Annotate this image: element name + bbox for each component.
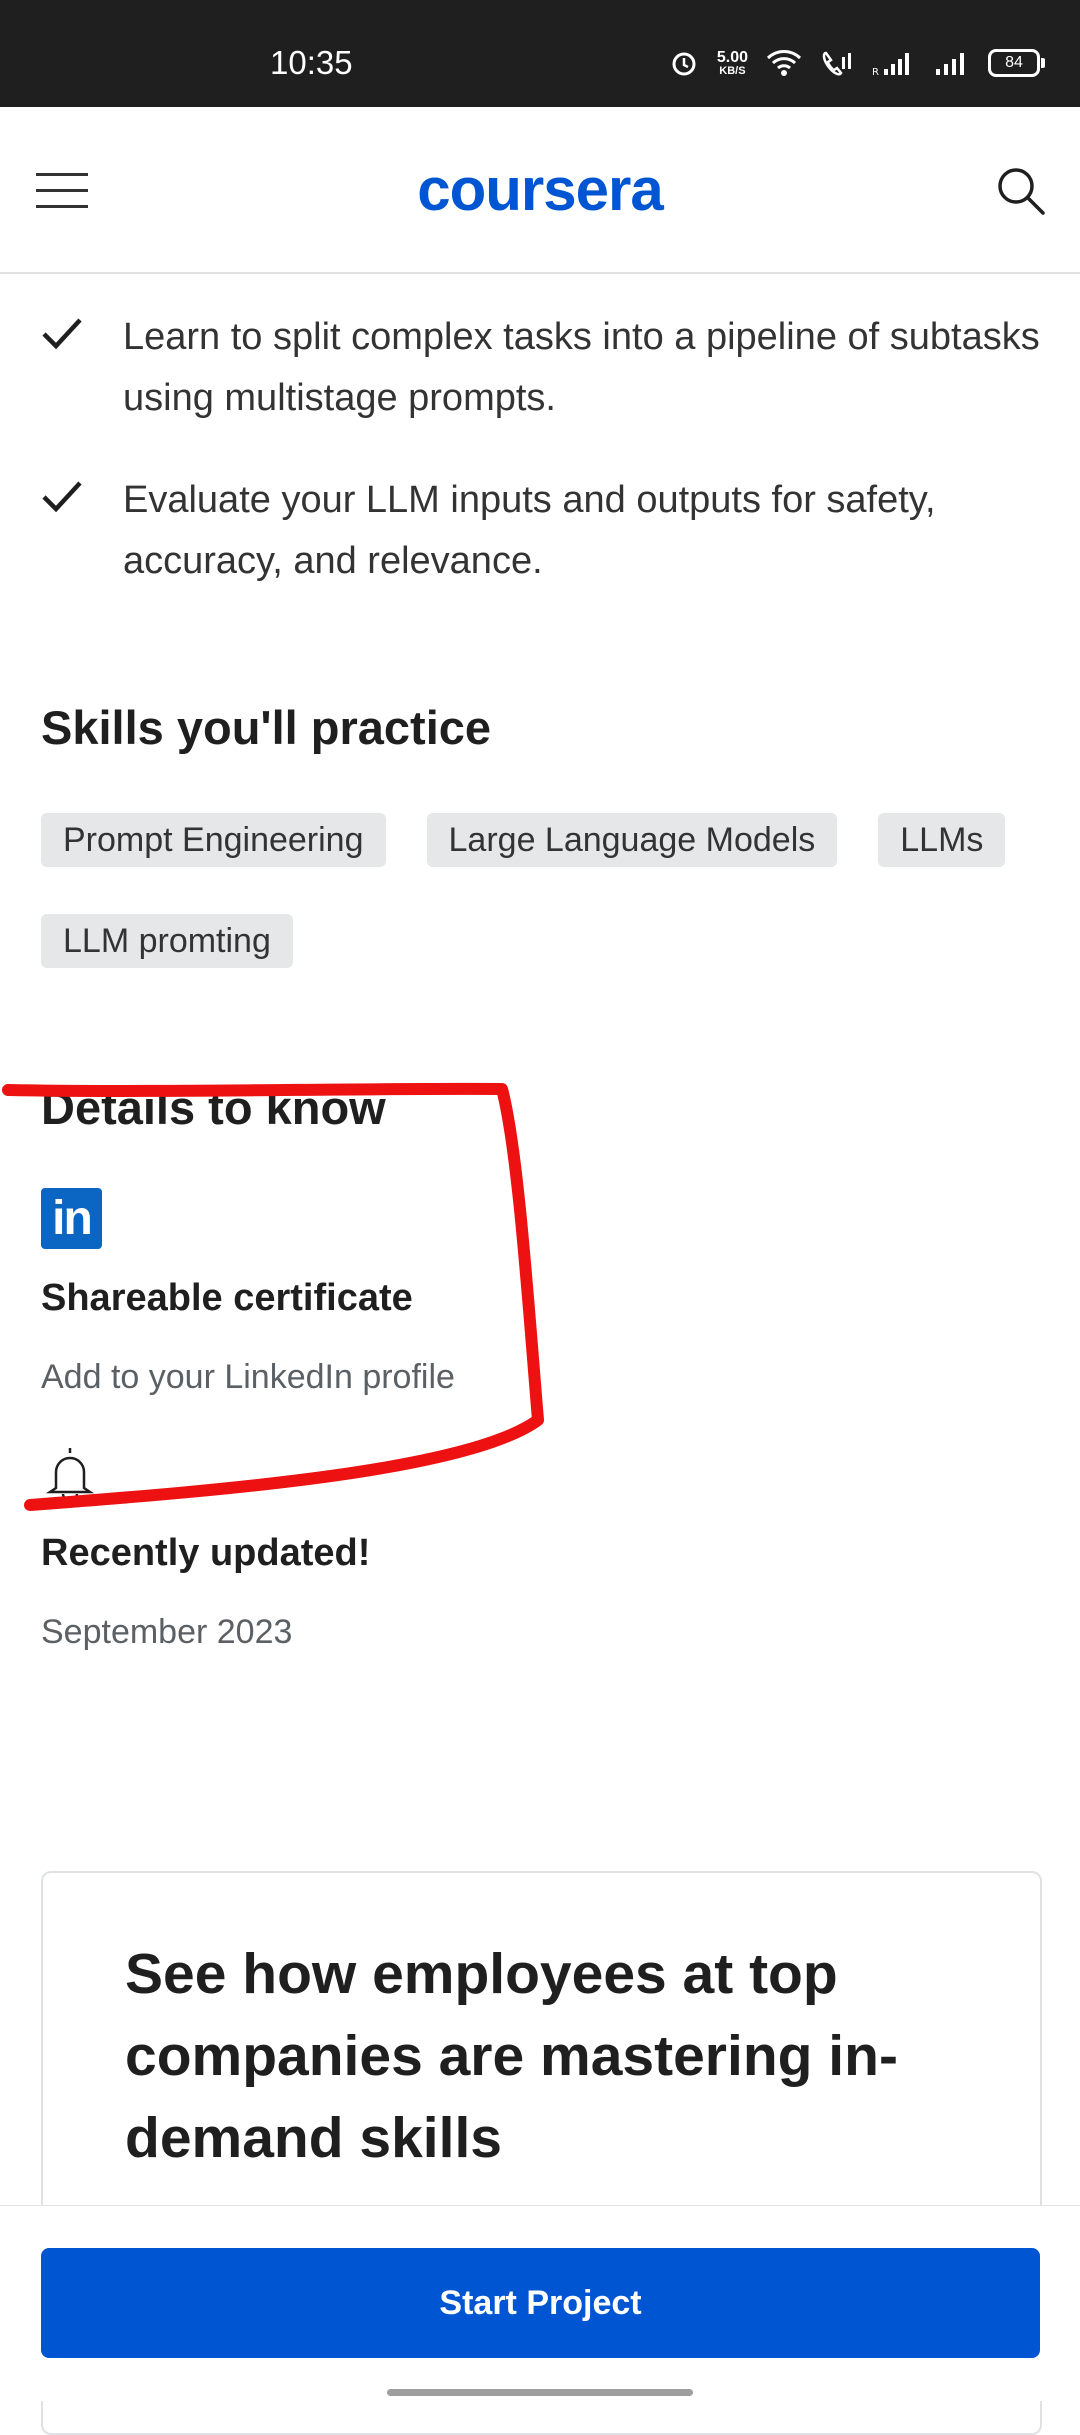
skill-chip: LLMs bbox=[878, 813, 1006, 867]
app-header: coursera bbox=[0, 107, 1080, 274]
card-title: See how employees at top companies are m… bbox=[125, 1942, 898, 2170]
checkmark-icon bbox=[42, 318, 82, 350]
status-bar: 10:35 5.00 KB/S R 84 bbox=[0, 0, 1080, 107]
coursera-logo[interactable]: coursera bbox=[0, 155, 1080, 224]
signal-icon-1: R bbox=[872, 53, 909, 77]
skill-chip: LLM promting bbox=[41, 914, 293, 968]
start-project-button[interactable]: Start Project bbox=[41, 2248, 1040, 2358]
skill-chip: Prompt Engineering bbox=[41, 813, 386, 867]
update-title: Recently updated! bbox=[41, 1532, 371, 1574]
update-subtitle: September 2023 bbox=[41, 1613, 293, 1651]
outcome-item: Learn to split complex tasks into a pipe… bbox=[41, 307, 1043, 429]
home-indicator[interactable] bbox=[387, 2389, 693, 2396]
skills-title: Skills you'll practice bbox=[41, 701, 492, 754]
status-time: 10:35 bbox=[270, 44, 353, 81]
alarm-icon bbox=[672, 52, 696, 76]
wifi-icon bbox=[766, 50, 802, 76]
bell-icon bbox=[45, 1448, 95, 1502]
outcome-item: Evaluate your LLM inputs and outputs for… bbox=[41, 470, 1043, 592]
battery-icon: 84 bbox=[988, 49, 1045, 77]
details-title: Details to know bbox=[41, 1081, 386, 1134]
outcome-text: Evaluate your LLM inputs and outputs for… bbox=[123, 479, 936, 582]
checkmark-icon bbox=[42, 481, 82, 513]
outcome-text: Learn to split complex tasks into a pipe… bbox=[123, 316, 1040, 419]
status-icons: 5.00 KB/S R 84 bbox=[669, 48, 1045, 78]
linkedin-icon: in bbox=[41, 1188, 102, 1249]
bottom-action-bar: Start Project bbox=[0, 2205, 1080, 2401]
certificate-title: Shareable certificate bbox=[41, 1277, 413, 1319]
search-icon[interactable] bbox=[995, 165, 1047, 217]
signal-icon-2 bbox=[936, 53, 964, 75]
certificate-subtitle: Add to your LinkedIn profile bbox=[41, 1358, 455, 1396]
skills-list: Prompt Engineering Large Language Models… bbox=[41, 813, 1041, 968]
skill-chip: Large Language Models bbox=[426, 813, 838, 867]
volte-call-icon bbox=[822, 51, 851, 76]
svg-text:R: R bbox=[872, 67, 879, 77]
network-speed: 5.00 KB/S bbox=[716, 48, 748, 77]
